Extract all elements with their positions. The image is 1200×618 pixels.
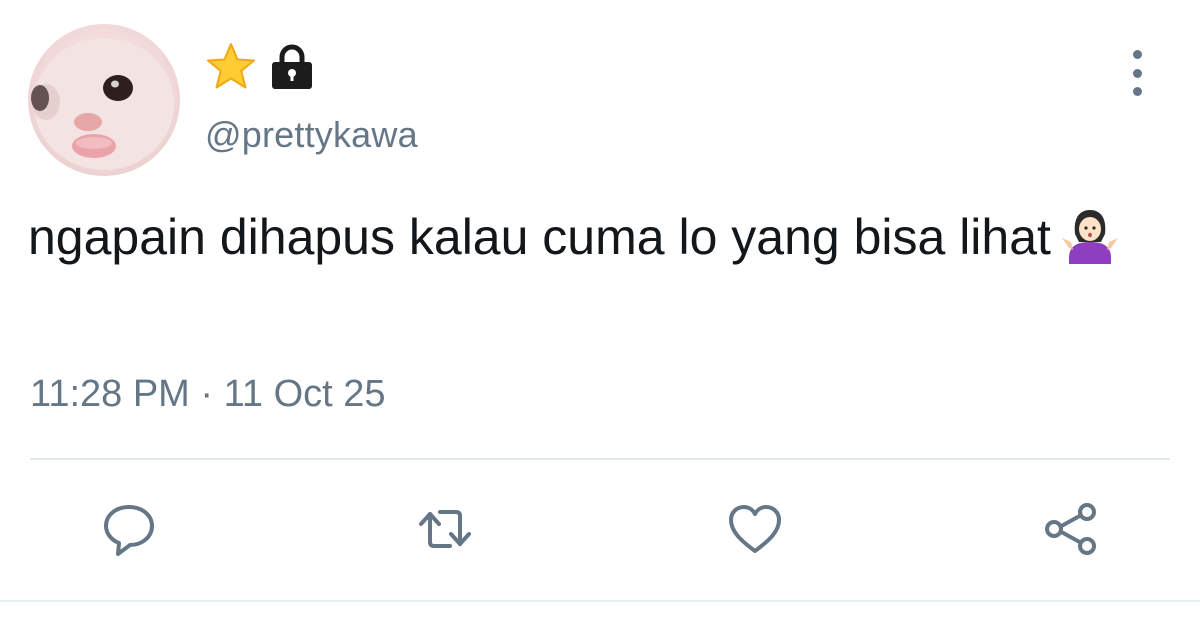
divider bbox=[30, 458, 1170, 460]
action-bar bbox=[0, 498, 1200, 560]
woman-shrugging-icon bbox=[1061, 210, 1118, 264]
tweet-timestamp: 11:28 PM · 11 Oct 25 bbox=[30, 373, 386, 415]
share-button[interactable] bbox=[1040, 498, 1102, 560]
reply-icon bbox=[104, 505, 154, 556]
author-badges bbox=[205, 40, 315, 94]
author-handle[interactable]: @prettykawa bbox=[205, 114, 418, 156]
menu-dot bbox=[1132, 50, 1142, 59]
avatar[interactable] bbox=[28, 24, 180, 176]
share-icon bbox=[1045, 503, 1096, 555]
like-icon bbox=[729, 505, 781, 553]
tweet-text-content: ngapain dihapus kalau cuma lo yang bisa … bbox=[28, 209, 1051, 265]
tweet-text: ngapain dihapus kalau cuma lo yang bisa … bbox=[28, 206, 1148, 268]
like-button[interactable] bbox=[724, 498, 786, 560]
lock-icon bbox=[272, 44, 312, 89]
retweet-button[interactable] bbox=[414, 498, 476, 560]
bottom-divider bbox=[0, 600, 1200, 602]
cat-face-avatar bbox=[31, 38, 174, 170]
star-icon bbox=[207, 43, 255, 89]
retweet-icon bbox=[419, 510, 471, 548]
reply-button[interactable] bbox=[98, 498, 160, 560]
more-options-icon[interactable] bbox=[1122, 50, 1152, 96]
menu-dot bbox=[1132, 87, 1142, 96]
menu-dot bbox=[1132, 68, 1142, 78]
